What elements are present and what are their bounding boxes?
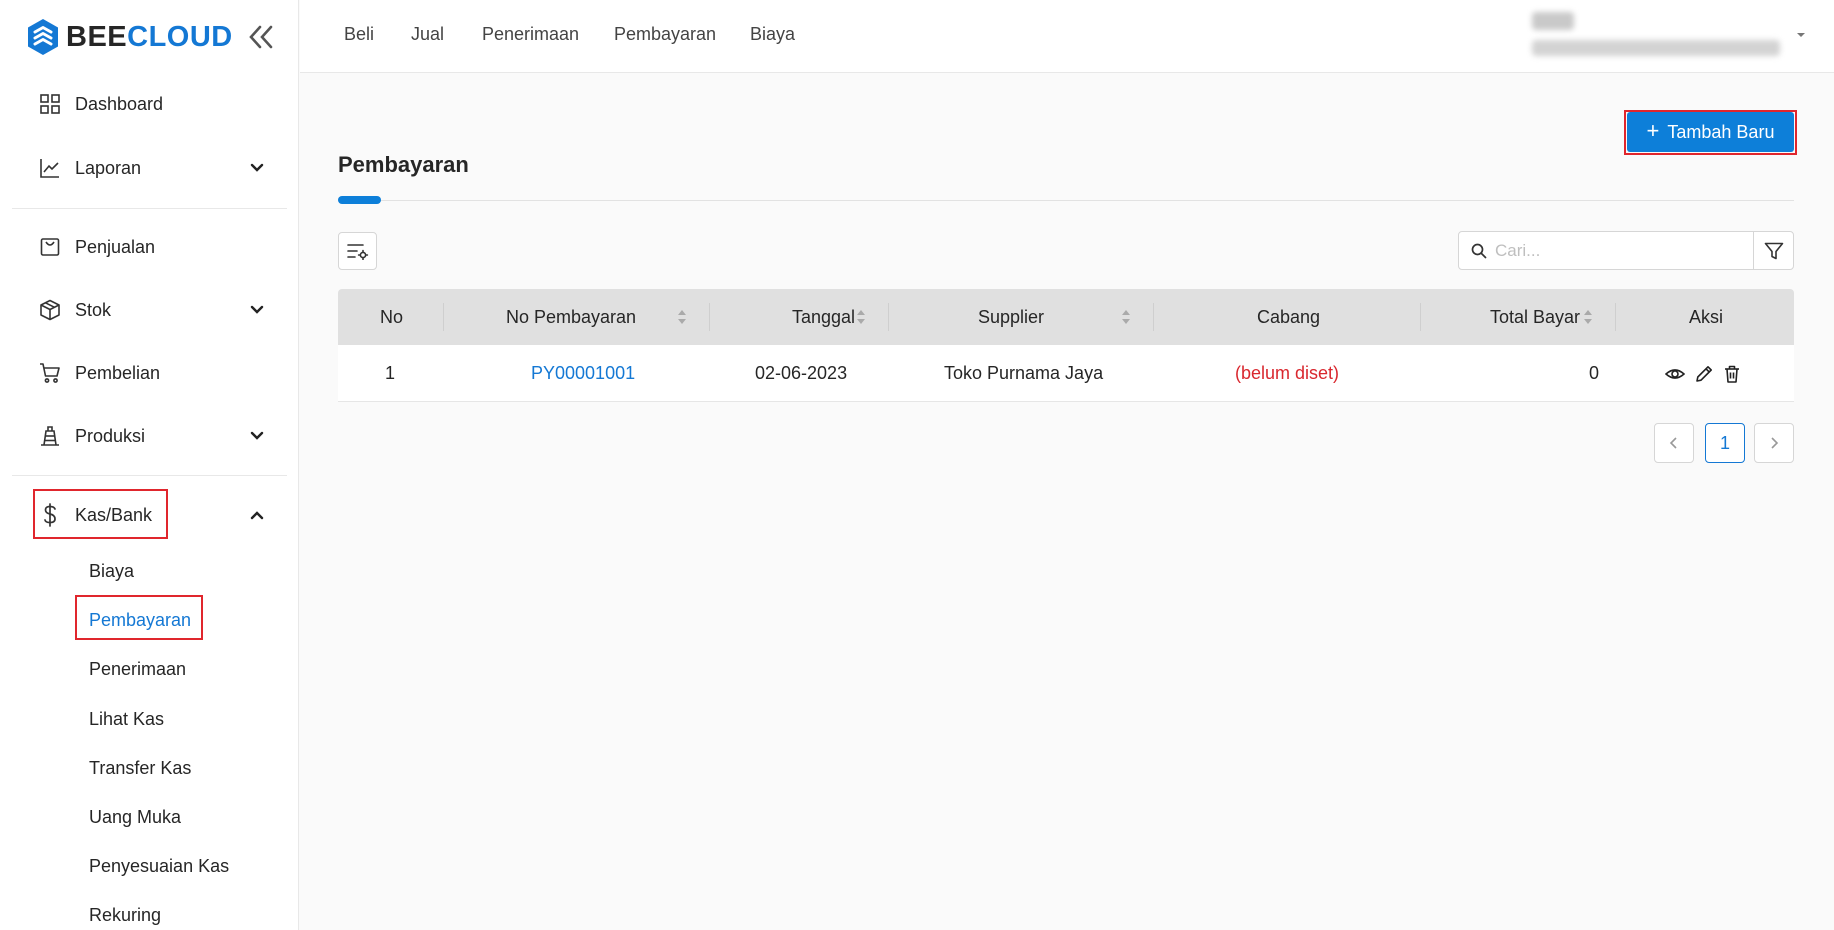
sidebar-subitem-uang-muka[interactable]: Uang Muka xyxy=(89,803,181,831)
sidebar-item-produksi[interactable]: Produksi xyxy=(12,411,287,461)
chevron-down-icon xyxy=(250,163,264,172)
brand-name: BEECLOUD xyxy=(66,20,233,53)
sidebar-item-laporan[interactable]: Laporan xyxy=(12,143,287,193)
page-title: Pembayaran xyxy=(338,152,469,177)
column-separator xyxy=(1615,303,1616,331)
table-row: 1 PY00001001 02-06-2023 Toko Purnama Jay… xyxy=(338,345,1794,402)
user-name-redacted xyxy=(1532,12,1574,30)
chevron-down-icon xyxy=(250,305,264,314)
delete-icon[interactable] xyxy=(1722,364,1742,384)
chevron-left-icon xyxy=(1669,437,1677,449)
column-header-no-pembayaran[interactable]: No Pembayaran xyxy=(506,289,636,345)
column-header-supplier[interactable]: Supplier xyxy=(978,289,1044,345)
chevron-up-icon xyxy=(250,511,264,520)
topnav-penerimaan[interactable]: Penerimaan xyxy=(482,24,579,45)
title-accent-bar xyxy=(338,196,381,204)
sidebar-subitem-transfer-kas[interactable]: Transfer Kas xyxy=(89,754,191,782)
column-settings-icon xyxy=(346,244,368,260)
chart-line-icon xyxy=(38,156,62,180)
sidebar-subitem-penerimaan[interactable]: Penerimaan xyxy=(89,655,186,683)
factory-icon xyxy=(38,424,62,448)
pagination-next-button[interactable] xyxy=(1754,423,1794,463)
brand-logo[interactable]: BEECLOUD xyxy=(26,18,233,56)
box-icon xyxy=(38,298,62,322)
sidebar-subitem-rekuring[interactable]: Rekuring xyxy=(89,901,161,929)
topnav-biaya[interactable]: Biaya xyxy=(750,24,795,45)
edit-icon[interactable] xyxy=(1694,364,1714,384)
user-menu[interactable] xyxy=(1532,12,1792,60)
sidebar: BEECLOUD Dashboard Laporan Penjualan Sto… xyxy=(0,0,299,930)
sort-icon[interactable] xyxy=(677,309,687,325)
column-header-aksi: Aksi xyxy=(1689,307,1724,327)
column-header-no: No xyxy=(380,307,404,327)
sidebar-item-label: Kas/Bank xyxy=(75,504,153,525)
sidebar-item-kas-bank[interactable]: Kas/Bank xyxy=(12,490,287,540)
pagination-page-1[interactable]: 1 xyxy=(1705,423,1745,463)
search-input[interactable] xyxy=(1495,238,1745,264)
search-box xyxy=(1458,231,1754,270)
user-email-redacted xyxy=(1532,40,1780,56)
sidebar-item-pembelian[interactable]: Pembelian xyxy=(12,348,287,398)
pagination-prev-button[interactable] xyxy=(1654,423,1694,463)
search-icon xyxy=(1471,243,1487,259)
sort-icon[interactable] xyxy=(856,309,866,325)
shopping-bag-icon xyxy=(38,235,62,259)
title-divider xyxy=(338,200,1794,201)
sidebar-subitem-pembayaran[interactable]: Pembayaran xyxy=(89,606,191,634)
cell-cabang: (belum diset) xyxy=(1235,363,1340,383)
column-separator xyxy=(888,303,889,331)
cell-no-pembayaran-link[interactable]: PY00001001 xyxy=(531,345,635,402)
sort-icon[interactable] xyxy=(1121,309,1131,325)
view-icon[interactable] xyxy=(1665,364,1685,384)
column-header-tanggal[interactable]: Tanggal xyxy=(792,289,855,345)
beecloud-logo-icon xyxy=(28,19,58,55)
column-separator xyxy=(1153,303,1154,331)
sidebar-item-penjualan[interactable]: Penjualan xyxy=(12,222,287,272)
topnav-pembayaran[interactable]: Pembayaran xyxy=(614,24,716,45)
filter-icon xyxy=(1764,242,1783,259)
sidebar-item-label: Penjualan xyxy=(75,236,156,257)
sidebar-divider xyxy=(12,475,287,476)
topnav-beli[interactable]: Beli xyxy=(344,24,374,45)
sidebar-subitem-biaya[interactable]: Biaya xyxy=(89,557,134,585)
dashboard-icon xyxy=(38,92,62,116)
caret-down-icon[interactable] xyxy=(1794,30,1808,40)
sidebar-divider xyxy=(12,208,287,209)
sidebar-item-label: Stok xyxy=(75,299,112,320)
sidebar-item-dashboard[interactable]: Dashboard xyxy=(12,79,287,129)
column-header-total-bayar[interactable]: Total Bayar xyxy=(1490,289,1580,345)
column-separator xyxy=(709,303,710,331)
cell-no: 1 xyxy=(385,363,396,383)
add-new-button[interactable]: + Tambah Baru xyxy=(1627,112,1794,152)
filter-button[interactable] xyxy=(1753,231,1794,270)
topnav-jual[interactable]: Jual xyxy=(411,24,444,45)
column-separator xyxy=(443,303,444,331)
sidebar-item-stok[interactable]: Stok xyxy=(12,285,287,335)
dollar-icon xyxy=(38,503,62,527)
column-header-cabang: Cabang xyxy=(1257,307,1321,327)
chevron-down-icon xyxy=(250,431,264,440)
sidebar-item-label: Dashboard xyxy=(75,93,164,114)
cell-total-bayar: 0 xyxy=(1589,363,1600,383)
add-new-label: Tambah Baru xyxy=(1667,121,1775,142)
sort-icon[interactable] xyxy=(1583,309,1593,325)
cell-tanggal: 02-06-2023 xyxy=(755,363,848,383)
sidebar-item-label: Laporan xyxy=(75,157,142,178)
cart-icon xyxy=(38,361,62,385)
table-header: No No Pembayaran Tanggal Supplier Cabang… xyxy=(338,289,1794,345)
sidebar-subitem-penyesuaian-kas[interactable]: Penyesuaian Kas xyxy=(89,852,229,880)
chevron-right-icon xyxy=(1771,437,1779,449)
plus-icon: + xyxy=(1646,118,1660,143)
sidebar-item-label: Produksi xyxy=(75,425,146,446)
sidebar-subitem-lihat-kas[interactable]: Lihat Kas xyxy=(89,705,164,733)
column-separator xyxy=(1420,303,1421,331)
column-settings-button[interactable] xyxy=(338,232,377,270)
sidebar-item-label: Pembelian xyxy=(75,362,161,383)
collapse-sidebar-icon[interactable] xyxy=(246,24,276,50)
cell-supplier: Toko Purnama Jaya xyxy=(944,363,1104,383)
